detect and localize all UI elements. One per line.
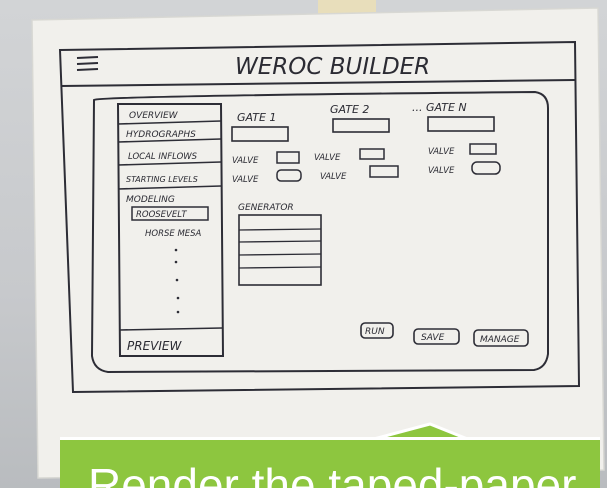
run-button-label: RUN bbox=[365, 327, 385, 337]
manage-button-label: MANAGE bbox=[480, 335, 520, 345]
sidebar-item-hydrographs: HYDROGRAPHS bbox=[126, 130, 196, 140]
valve-5-label: VALVE bbox=[320, 172, 347, 182]
gate-1-label: GATE 1 bbox=[237, 111, 276, 124]
save-button-label: SAVE bbox=[421, 333, 445, 343]
valve-2-label: VALVE bbox=[314, 153, 341, 163]
sidebar-item-overview: OVERVIEW bbox=[129, 111, 179, 121]
valve-1-label: VALVE bbox=[232, 156, 259, 166]
valve-4-label: VALVE bbox=[232, 175, 259, 185]
sidebar-item-starting-levels: STARTING LEVELS bbox=[126, 175, 198, 184]
sketch-title: WEROC BUILDER bbox=[235, 54, 430, 80]
paper-sketch-photo: WEROC BUILDER OVERVIEW HYDROGRAPHS LOCAL… bbox=[31, 0, 605, 479]
sidebar-subitem-horse-mesa: HORSE MESA bbox=[145, 229, 202, 239]
sidebar-item-modeling: MODELING bbox=[126, 195, 175, 205]
gate-2-label: GATE 2 bbox=[330, 103, 369, 116]
sidebar-item-local-inflows: LOCAL INFLOWS bbox=[128, 152, 198, 162]
photo-scene: WEROC BUILDER OVERVIEW HYDROGRAPHS LOCAL… bbox=[0, 0, 607, 488]
sidebar-preview: PREVIEW bbox=[127, 339, 182, 353]
generator-label: GENERATOR bbox=[238, 203, 294, 213]
valve-6-label: VALVE bbox=[428, 166, 455, 176]
valve-3-label: VALVE bbox=[428, 147, 455, 157]
gate-n-label: ... GATE N bbox=[412, 101, 467, 114]
sidebar-subitem-roosevelt: ROOSEVELT bbox=[136, 210, 187, 220]
callout-text: Render the taped-paper bbox=[88, 459, 577, 488]
